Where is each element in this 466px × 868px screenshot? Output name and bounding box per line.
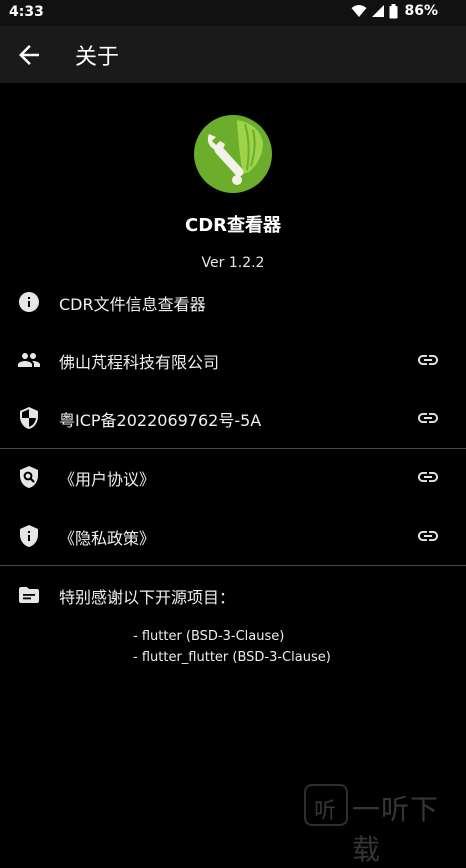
policy-icon — [20, 466, 38, 488]
app-version: Ver 1.2.2 — [201, 255, 265, 271]
app-description-label: CDR文件信息查看器 — [59, 295, 206, 314]
icp-row[interactable]: 粤ICP备2022069762号-5A — [0, 389, 466, 447]
watermark: 听 一听下载 — [304, 782, 466, 866]
back-arrow-icon[interactable] — [14, 40, 44, 70]
battery-icon — [389, 3, 398, 18]
link-icon[interactable] — [416, 406, 440, 430]
watermark-text: 一听下载 — [352, 793, 440, 866]
company-row[interactable]: 佛山芃程科技有限公司 — [0, 331, 466, 389]
page-title: 关于 — [75, 45, 120, 70]
status-icons: 86% — [351, 3, 438, 19]
watermark-logo: 听 — [304, 784, 348, 826]
privacy-icon — [20, 525, 38, 547]
folder-icon — [19, 587, 39, 603]
app-description-row: CDR文件信息查看器 — [0, 273, 466, 331]
credits-list: - flutter (BSD-3-Clause) - flutter_flutt… — [133, 626, 331, 668]
privacy-policy-label: 《隐私政策》 — [59, 529, 156, 548]
info-icon — [19, 292, 39, 312]
app-name: CDR查看器 — [184, 215, 281, 236]
link-icon[interactable] — [416, 524, 440, 548]
wifi-icon — [351, 5, 367, 17]
signal-icon — [372, 5, 385, 17]
privacy-policy-row[interactable]: 《隐私政策》 — [0, 507, 466, 565]
credit-item: - flutter (BSD-3-Clause) — [133, 629, 285, 644]
link-icon[interactable] — [416, 465, 440, 489]
shield-icon — [20, 407, 38, 429]
open-source-label: 特别感谢以下开源项目： — [59, 588, 236, 607]
app-bar: 关于 — [0, 26, 466, 83]
open-source-row: 特别感谢以下开源项目： — [0, 566, 466, 624]
status-bar: 4:33 86% — [0, 0, 466, 26]
credit-item: - flutter_flutter (BSD-3-Clause) — [133, 650, 331, 665]
status-time: 4:33 — [9, 4, 44, 20]
user-agreement-row[interactable]: 《用户协议》 — [0, 448, 466, 506]
people-icon — [18, 353, 40, 367]
battery-percent: 86% — [404, 3, 438, 19]
watermark-logo-text: 听 — [314, 799, 337, 824]
app-logo-icon — [194, 115, 272, 193]
icp-label: 粤ICP备2022069762号-5A — [59, 411, 262, 430]
user-agreement-label: 《用户协议》 — [59, 470, 156, 489]
link-icon[interactable] — [416, 348, 440, 372]
company-label: 佛山芃程科技有限公司 — [59, 353, 220, 372]
